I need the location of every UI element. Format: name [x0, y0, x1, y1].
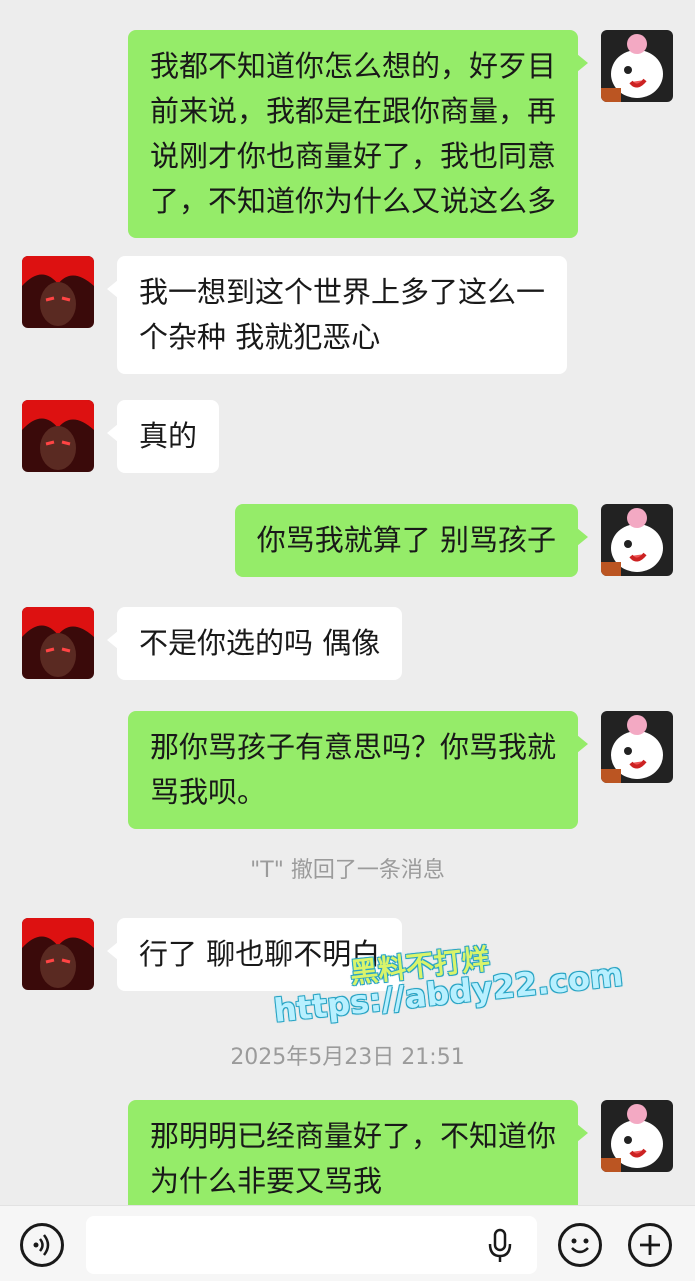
- other-avatar[interactable]: [22, 918, 94, 990]
- message-bubble-self[interactable]: 我都不知道你怎么想的，好歹目 前来说，我都是在跟你商量，再 说刚才你也商量好了，…: [127, 30, 589, 238]
- message-input[interactable]: [86, 1216, 537, 1274]
- self-avatar[interactable]: [601, 711, 673, 783]
- message-bubble-self[interactable]: 那明明已经商量好了，不知道你 为什么非要又骂我: [127, 1100, 589, 1218]
- message-bubble-other[interactable]: 不是你选的吗 偶像: [106, 607, 403, 680]
- other-avatar[interactable]: [22, 256, 94, 328]
- timestamp: 2025年5月23日 21:51: [230, 1045, 465, 1070]
- chat-area: 我都不知道你怎么想的，好歹目 前来说，我都是在跟你商量，再 说刚才你也商量好了，…: [0, 0, 695, 1218]
- message-bubble-self[interactable]: 你骂我就算了 别骂孩子: [234, 504, 589, 577]
- other-avatar[interactable]: [22, 400, 94, 472]
- other-avatar[interactable]: [22, 607, 94, 679]
- add-icon[interactable]: [628, 1223, 672, 1267]
- voice-icon[interactable]: [20, 1223, 64, 1267]
- self-avatar[interactable]: [601, 1100, 673, 1172]
- message-bubble-self[interactable]: 那你骂孩子有意思吗？你骂我就 骂我呗。: [127, 711, 589, 829]
- input-toolbar: [0, 1205, 695, 1281]
- emoji-icon[interactable]: [558, 1223, 602, 1267]
- message-bubble-other[interactable]: 真的: [106, 400, 220, 473]
- microphone-icon[interactable]: [487, 1228, 513, 1264]
- message-bubble-other[interactable]: 我一想到这个世界上多了这么一 个杂种 我就犯恶心: [106, 256, 568, 374]
- recall-notice: "T" 撤回了一条消息: [250, 858, 445, 883]
- self-avatar[interactable]: [601, 30, 673, 102]
- self-avatar[interactable]: [601, 504, 673, 576]
